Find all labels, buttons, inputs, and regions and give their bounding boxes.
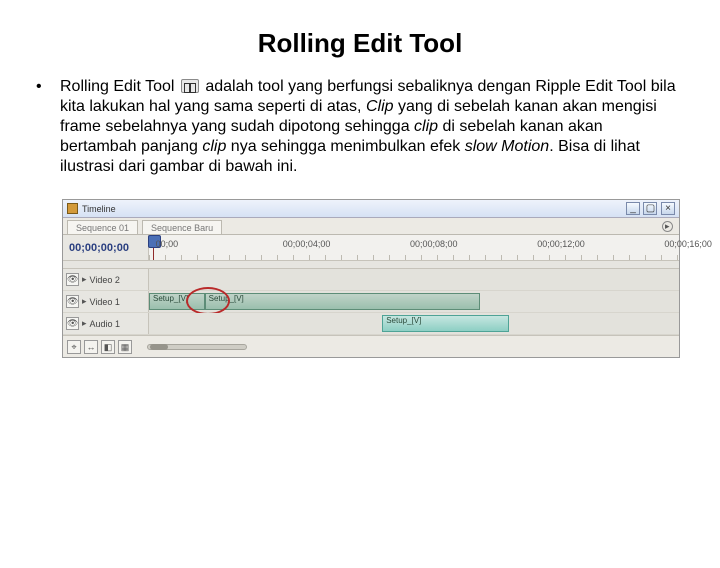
time-ruler[interactable]: 00;0000;00;04;0000;00;08;0000;00;12;0000… (149, 235, 679, 260)
ruler-tick-label: 00;00;04;00 (283, 239, 331, 249)
ruler-tick-label: 00;00 (156, 239, 179, 249)
playhead-timecode[interactable]: 00;00;00;00 (63, 235, 149, 260)
body-italic-1: Clip (366, 98, 394, 115)
body-italic-4: slow Motion (465, 138, 549, 155)
body-text: Rolling Edit Tool adalah tool yang berfu… (60, 77, 680, 177)
track-header[interactable]: 👁▸Audio 1 (63, 313, 149, 334)
tool-button-1[interactable]: ↔ (84, 340, 98, 354)
track-name: Audio 1 (90, 319, 121, 329)
minimize-button[interactable]: _ (626, 202, 640, 215)
maximize-button[interactable]: ▢ (643, 202, 657, 215)
panel-options-icon[interactable] (662, 221, 673, 232)
window-controls: _ ▢ × (625, 202, 675, 215)
eye-icon[interactable]: 👁 (66, 295, 79, 308)
tool-button-3[interactable]: ▦ (118, 340, 132, 354)
expand-icon[interactable]: ▸ (82, 274, 87, 285)
eye-icon[interactable]: 👁 (66, 273, 79, 286)
app-icon (67, 203, 78, 214)
page-title: Rolling Edit Tool (0, 28, 720, 59)
track-row: 👁▸Video 2 (63, 269, 679, 291)
bullet-marker: • (36, 77, 60, 97)
track-header[interactable]: 👁▸Video 2 (63, 269, 149, 290)
close-button[interactable]: × (661, 202, 675, 215)
clip[interactable]: Setup_[V] (205, 293, 481, 310)
track-lane[interactable]: Setup_[V]Setup_[V] (149, 291, 679, 312)
body-italic-3: clip (202, 138, 226, 155)
sequence-tabs: Sequence 01 Sequence Baru (63, 218, 679, 235)
window-titlebar: Timeline _ ▢ × (63, 200, 679, 218)
playhead-icon[interactable] (153, 235, 154, 260)
time-ruler-row: 00;00;00;00 00;00 00;00;04;00 00;00;08;00 0… (63, 235, 679, 261)
tab-sequence-baru[interactable]: Sequence Baru (142, 220, 222, 234)
body-italic-2: clip (414, 118, 438, 135)
track-row: 👁▸Audio 1 Setup_[V] (63, 313, 679, 335)
tool-button-2[interactable]: ◧ (101, 340, 115, 354)
body-lead: Rolling Edit Tool (60, 78, 179, 95)
timeline-controls: ⌖ ↔ ◧ ▦ (63, 335, 679, 357)
ruler-tick-label: 00;00;08;00 (410, 239, 458, 249)
timeline-panel: Timeline _ ▢ × Sequence 01 Sequence Baru… (62, 199, 680, 358)
snap-toggle-button[interactable]: ⌖ (67, 340, 81, 354)
track-lane[interactable]: Setup_[V] (149, 313, 679, 334)
body-text-4: nya sehingga menimbulkan efek (226, 138, 464, 155)
track-lane[interactable] (149, 269, 679, 290)
track-name: Video 2 (90, 275, 120, 285)
clip[interactable]: Setup_[V] (149, 293, 205, 310)
eye-icon[interactable]: 👁 (66, 317, 79, 330)
tab-sequence-01[interactable]: Sequence 01 (67, 220, 138, 234)
ruler-tick-label: 00;00;12;00 (537, 239, 585, 249)
body-paragraph: • Rolling Edit Tool adalah tool yang ber… (0, 77, 720, 177)
expand-icon[interactable]: ▸ (82, 296, 87, 307)
clip[interactable]: Setup_[V] (382, 315, 509, 332)
expand-icon[interactable]: ▸ (82, 318, 87, 329)
track-row: 👁▸Video 1Setup_[V]Setup_[V] (63, 291, 679, 313)
window-title: Timeline (82, 204, 116, 214)
rolling-edit-tool-icon (181, 79, 199, 93)
track-header[interactable]: 👁▸Video 1 (63, 291, 149, 312)
track-name: Video 1 (90, 297, 120, 307)
ruler-spacer (63, 261, 679, 269)
ruler-tick-label: 00;00;16;00 (664, 239, 712, 249)
zoom-slider[interactable] (147, 344, 247, 350)
